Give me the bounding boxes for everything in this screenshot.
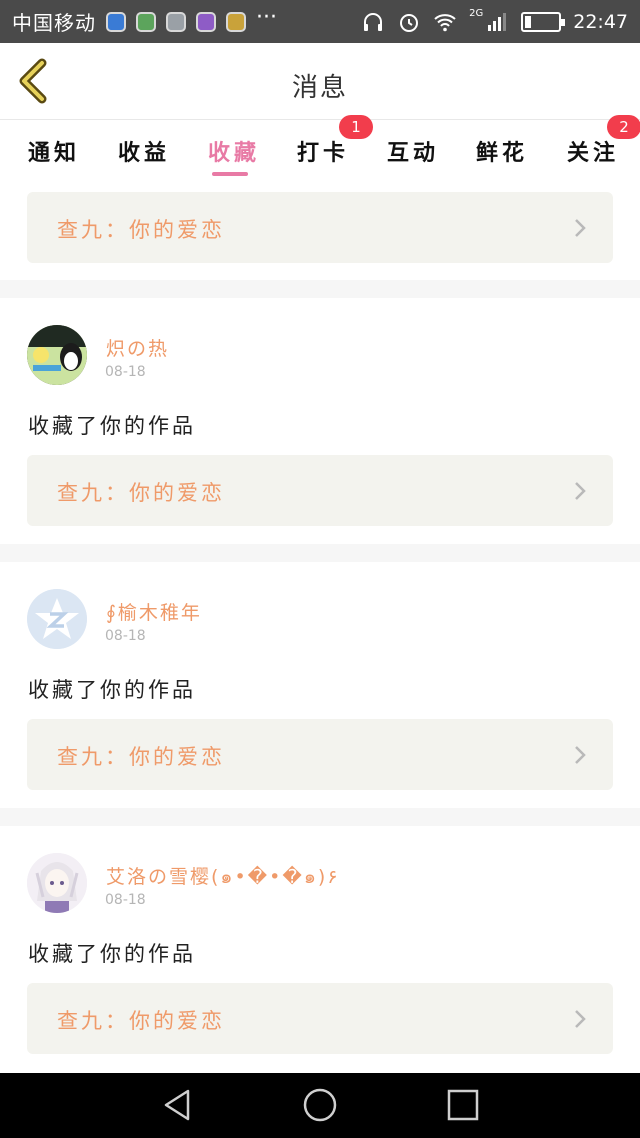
checkin-badge: 1 — [339, 115, 373, 139]
work-link[interactable]: 查九：你的爱恋 — [27, 983, 613, 1054]
work-title: 查九：你的爱恋 — [57, 218, 225, 242]
notification-app-icon — [136, 11, 156, 32]
favorites-list: 查九：你的爱恋 炽の热 08-18 收藏了你的作品 查九：你的爱恋 ∮榆木稚年 … — [0, 183, 640, 1073]
chevron-right-icon — [575, 219, 586, 237]
page-title: 消息 — [291, 73, 348, 103]
tab-bar: 通知 收益 收藏 打卡 1 互动 鲜花 关注 2 — [0, 115, 640, 183]
user-name[interactable]: 炽の热 — [106, 334, 169, 361]
chevron-right-icon — [575, 746, 586, 764]
active-tab-indicator — [212, 172, 248, 176]
clock: 22:47 — [573, 10, 628, 33]
list-item: ∮榆木稚年 08-18 收藏了你的作品 查九：你的爱恋 — [0, 562, 640, 808]
headphones-icon — [364, 12, 383, 31]
tab-follow[interactable]: 关注 — [567, 135, 619, 167]
timestamp: 08-18 — [105, 892, 146, 908]
work-link[interactable]: 查九：你的爱恋 — [27, 719, 613, 790]
action-text: 收藏了你的作品 — [28, 942, 196, 966]
avatar[interactable] — [27, 325, 87, 385]
tab-flowers[interactable]: 鲜花 — [476, 135, 528, 167]
wifi-icon — [434, 13, 456, 31]
action-text: 收藏了你的作品 — [28, 678, 196, 702]
timestamp: 08-18 — [105, 628, 146, 644]
nav-home-icon[interactable] — [300, 1087, 340, 1123]
battery-icon — [521, 11, 566, 32]
avatar[interactable] — [27, 853, 87, 913]
notification-app-icon — [106, 11, 126, 32]
network-type-label: 2G — [469, 8, 484, 19]
work-title: 查九：你的爱恋 — [57, 1009, 225, 1033]
more-notifications-icon: ··· — [256, 4, 277, 30]
tab-favorites[interactable]: 收藏 — [208, 135, 260, 167]
work-link[interactable]: 查九：你的爱恋 — [27, 455, 613, 526]
nav-back-icon[interactable] — [158, 1087, 198, 1123]
signal-icon — [488, 12, 507, 31]
work-title: 查九：你的爱恋 — [57, 481, 225, 505]
tab-interaction[interactable]: 互动 — [387, 135, 439, 167]
carrier-label: 中国移动 — [12, 11, 96, 35]
status-bar: 中国移动 ··· 2G 22:47 — [0, 0, 640, 43]
work-title: 查九：你的爱恋 — [57, 745, 225, 769]
notification-app-icon — [196, 11, 216, 32]
list-item: 艾洛の雪樱(๑•�•�๑)۶ 08-18 收藏了你的作品 查九：你的爱恋 — [0, 826, 640, 1073]
tab-notifications[interactable]: 通知 — [28, 135, 80, 167]
notification-app-icon — [226, 11, 246, 32]
list-item: 查九：你的爱恋 — [0, 183, 640, 280]
list-item: 炽の热 08-18 收藏了你的作品 查九：你的爱恋 — [0, 298, 640, 544]
timestamp: 08-18 — [105, 364, 146, 380]
app-header: 消息 — [0, 43, 640, 120]
nav-recents-icon[interactable] — [442, 1087, 482, 1123]
tab-checkin[interactable]: 打卡 — [297, 135, 349, 167]
user-name[interactable]: 艾洛の雪樱(๑•�•�๑)۶ — [106, 862, 338, 892]
tab-earnings[interactable]: 收益 — [118, 135, 170, 167]
user-name[interactable]: ∮榆木稚年 — [106, 598, 202, 625]
avatar[interactable] — [27, 589, 87, 649]
alarm-icon — [400, 13, 419, 32]
follow-badge: 2 — [607, 115, 640, 139]
system-nav-bar — [0, 1073, 640, 1138]
work-link[interactable]: 查九：你的爱恋 — [27, 192, 613, 263]
chevron-right-icon — [575, 1010, 586, 1028]
notification-app-icon — [166, 11, 186, 32]
action-text: 收藏了你的作品 — [28, 414, 196, 438]
chevron-right-icon — [575, 482, 586, 500]
